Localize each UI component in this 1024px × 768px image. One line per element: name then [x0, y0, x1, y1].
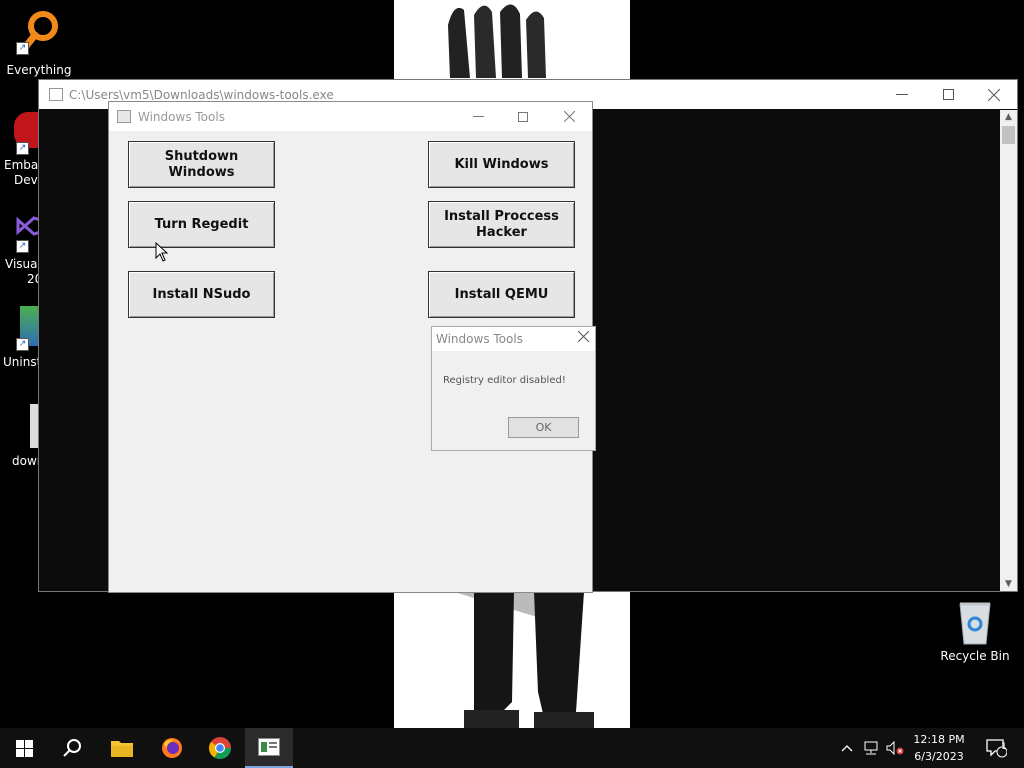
- notification-count: 1: [1001, 742, 1007, 752]
- network-icon: [864, 741, 878, 755]
- tools-minimize-button[interactable]: [455, 102, 501, 131]
- taskbar-firefox[interactable]: [148, 728, 196, 768]
- taskbar-windows-tools[interactable]: [245, 728, 293, 768]
- shortcut-arrow-icon: ↗: [16, 42, 29, 55]
- folder-icon: [111, 741, 133, 757]
- chrome-icon: [209, 737, 231, 759]
- shortcut-arrow-icon: ↗: [16, 338, 29, 351]
- message-text: Registry editor disabled!: [443, 375, 566, 386]
- image-file-icon: [30, 404, 38, 448]
- volume-button[interactable]: [884, 728, 906, 768]
- install-process-hacker-button[interactable]: Install Proccess Hacker: [428, 201, 575, 248]
- volume-muted-icon: [886, 741, 904, 755]
- clock-date: 6/3/2023: [914, 750, 964, 763]
- recycle-bin-icon: [959, 602, 991, 645]
- scrollbar-thumb[interactable]: [1002, 126, 1015, 144]
- install-qemu-button[interactable]: Install QEMU: [428, 271, 575, 318]
- visual-studio-icon: [16, 216, 40, 236]
- wallpaper-hands: [448, 4, 546, 78]
- message-box-title: Windows Tools: [436, 332, 523, 346]
- taskbar-clock[interactable]: 12:18 PM 6/3/2023: [906, 731, 972, 765]
- close-icon: [563, 111, 575, 122]
- desktop-icon-recycle-bin[interactable]: Recycle Bin: [940, 600, 1010, 663]
- kill-windows-button[interactable]: Kill Windows: [428, 141, 575, 188]
- tools-maximize-button[interactable]: [500, 102, 546, 131]
- chevron-up-icon: [841, 745, 853, 752]
- tools-app-icon: [117, 110, 131, 123]
- minimize-icon: [896, 93, 908, 95]
- message-box-title-bar[interactable]: Windows Tools: [432, 327, 595, 351]
- turn-regedit-button[interactable]: Turn Regedit: [128, 201, 275, 248]
- console-app-icon: [258, 738, 280, 756]
- tools-title-bar[interactable]: Windows Tools: [109, 102, 592, 131]
- desktop-icon-everything[interactable]: ↗ Everything: [0, 8, 78, 77]
- action-center-button[interactable]: 1: [978, 728, 1014, 768]
- wallpaper-legs: [454, 592, 594, 728]
- message-box[interactable]: Windows Tools Registry editor disabled! …: [431, 326, 596, 451]
- maximize-icon: [518, 111, 528, 122]
- install-nsudo-button[interactable]: Install NSudo: [128, 271, 275, 318]
- tools-close-button[interactable]: [546, 102, 592, 131]
- ok-button[interactable]: OK: [508, 417, 579, 438]
- network-status-button[interactable]: [860, 728, 882, 768]
- close-icon: [988, 88, 1000, 101]
- console-app-icon: [49, 88, 63, 101]
- maximize-icon: [942, 89, 954, 100]
- console-scrollbar[interactable]: ▲ ▼: [1000, 110, 1017, 591]
- windows-start-icon: [15, 739, 33, 757]
- firefox-icon: [162, 738, 182, 758]
- search-button[interactable]: [48, 728, 96, 768]
- close-icon: [577, 330, 590, 343]
- taskbar: 12:18 PM 6/3/2023 1: [0, 728, 1024, 768]
- show-hidden-icons-button[interactable]: [837, 728, 857, 768]
- console-close-button[interactable]: [971, 80, 1017, 109]
- search-icon: [63, 739, 81, 757]
- scroll-down-arrow-icon[interactable]: ▼: [1000, 579, 1017, 589]
- start-button[interactable]: [0, 728, 48, 768]
- shortcut-arrow-icon: ↗: [16, 142, 29, 155]
- console-maximize-button[interactable]: [925, 80, 971, 109]
- taskbar-chrome[interactable]: [196, 728, 244, 768]
- clock-time: 12:18 PM: [913, 733, 965, 746]
- console-minimize-button[interactable]: [879, 80, 925, 109]
- message-box-close-button[interactable]: [577, 330, 590, 346]
- mouse-cursor-icon: [155, 242, 169, 262]
- shortcut-arrow-icon: ↗: [16, 240, 29, 253]
- shutdown-windows-button[interactable]: Shutdown Windows: [128, 141, 275, 188]
- scroll-up-arrow-icon[interactable]: ▲: [1000, 112, 1017, 122]
- taskbar-file-explorer[interactable]: [98, 728, 146, 768]
- tools-title: Windows Tools: [138, 109, 225, 124]
- console-title: C:\Users\vm5\Downloads\windows-tools.exe: [69, 87, 334, 102]
- minimize-icon: [472, 115, 484, 117]
